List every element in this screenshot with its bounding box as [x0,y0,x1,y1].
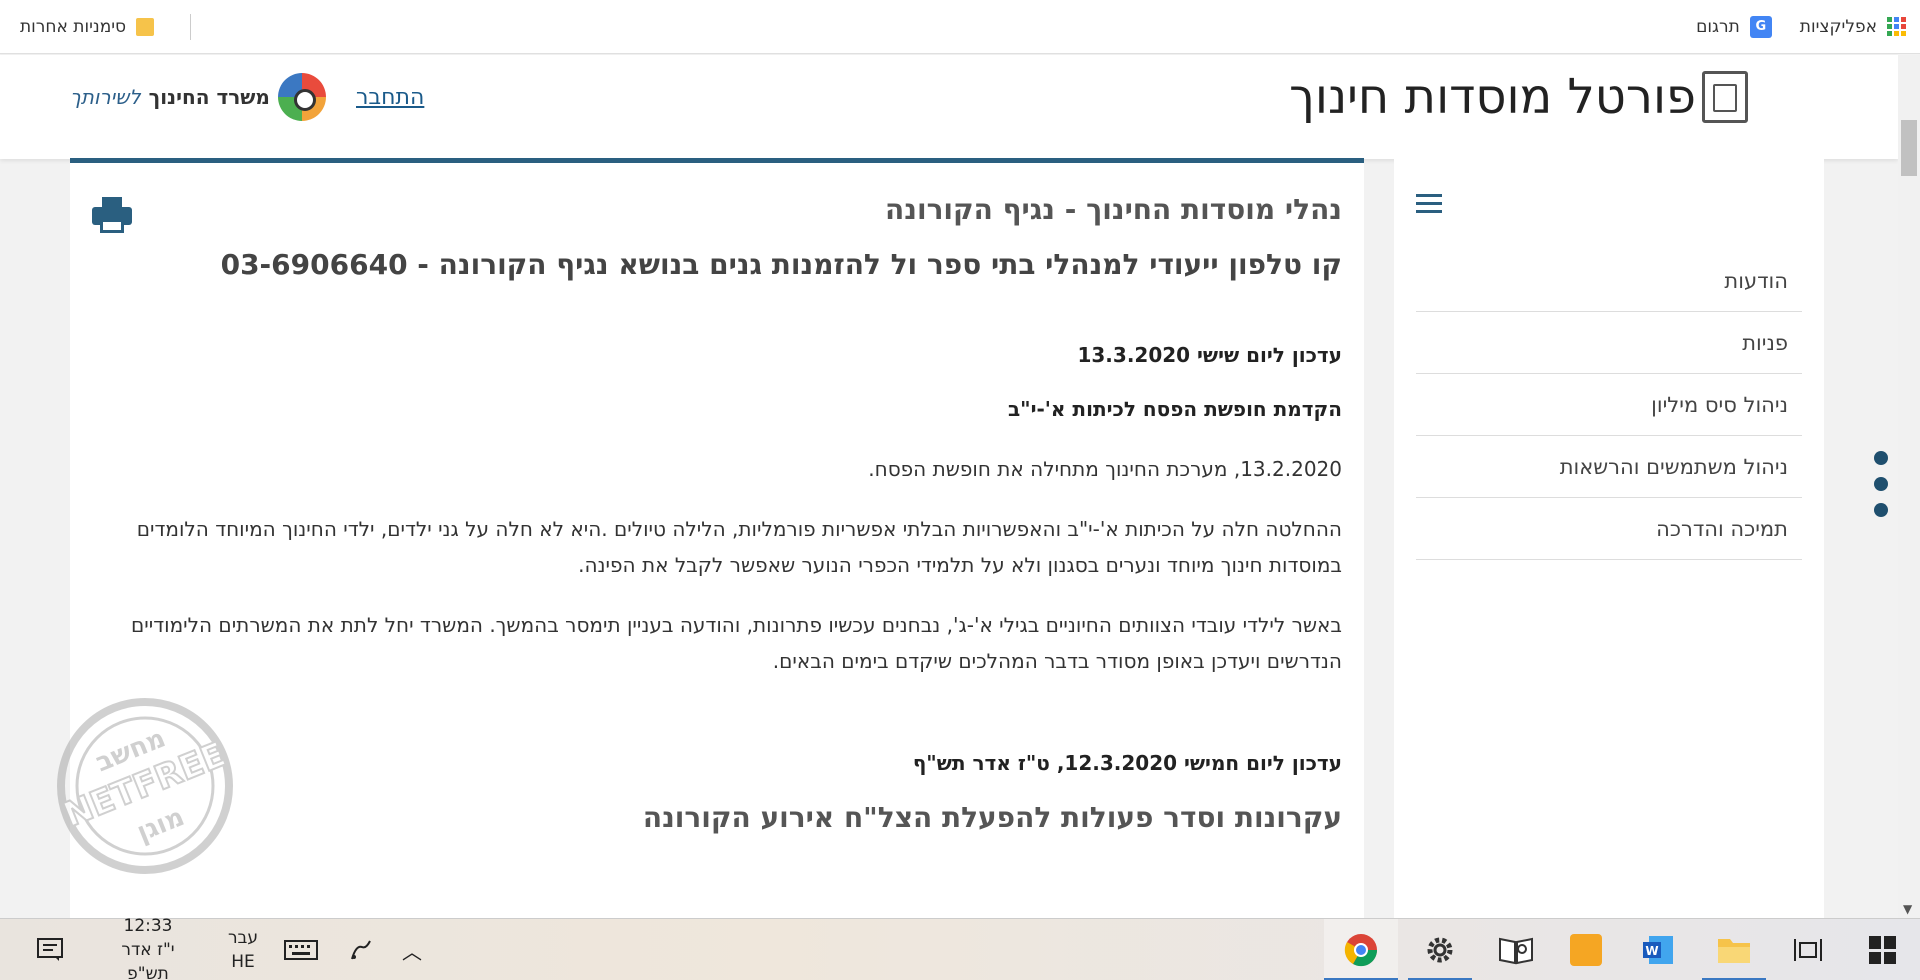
state-emblem-icon [1702,71,1748,123]
paragraph-3: באשר לילדי עובדי הצוותים החיוניים בגילי … [131,613,1342,673]
watermark-bottom: מוגן [133,802,189,848]
translate-icon: G [1749,15,1772,38]
settings-taskbar-button[interactable] [1404,919,1476,980]
bookmarks-bar: אפליקציות G תרגום [0,0,1920,54]
folder-icon [1718,939,1750,963]
ministry-name: משרד החינוך [148,85,270,109]
windows-logo-icon [1869,936,1897,964]
language-code: HE [231,952,255,972]
other-bookmarks[interactable]: סימניות אחרות [20,0,155,54]
other-bookmarks-label: סימניות אחרות [20,17,127,37]
keyboard-button[interactable] [278,919,324,980]
site-title: פורטל מוסדות חינוך [1289,69,1696,125]
clock-time: 12:33 [123,916,173,936]
ministry-logo[interactable]: משרד החינוך לשירותך [70,73,326,121]
clock-date: י"ז אדר תש"פ [121,940,175,980]
apps-grid-icon [1887,17,1906,36]
hamburger-menu-icon[interactable] [1416,194,1442,214]
task-view-icon [1794,939,1822,961]
sidebar: הודעות פניות ניהול סיס מיליון ניהול משתמ… [1394,158,1824,918]
translate-bookmark[interactable]: G תרגום [1696,15,1772,38]
bookmarks-separator [190,14,191,40]
svg-text:W: W [1645,944,1658,958]
section-title: עקרונות וסדר פעולות להפעלת הצל"ח אירוע ה… [642,801,1342,834]
pen-workspace-button[interactable] [338,919,384,980]
gear-icon [1427,937,1453,963]
sidebar-item-support-training[interactable]: תמיכה והדרכה [1416,498,1802,560]
notifications-button[interactable] [30,919,70,980]
main-content: נהלי מוסדות החינוך - נגיף הקורונה קו טלפ… [70,158,1364,918]
article-title: קו טלפון ייעודי למנהלי בתי ספר ול להזמנו… [220,248,1342,281]
apps-label: אפליקציות [1799,16,1877,37]
taskbar: 12:33 י"ז אדר תש"פ עבר HE ︿ W [0,916,1920,980]
update1-heading: עדכון ליום שישי 13.3.2020 [1077,343,1342,367]
site-header: פורטל מוסדות חינוך התחבר משרד החינוך לשי… [0,55,1898,159]
update2-heading: עדכון ליום חמישי 12.3.2020, ט"ז אדר תש"ף [912,751,1342,775]
sidebar-item-sis-million[interactable]: ניהול סיס מיליון [1416,374,1802,436]
sidebar-menu: הודעות פניות ניהול סיס מיליון ניהול משתמ… [1416,238,1802,560]
side-dot-1[interactable] [1874,451,1888,465]
scroll-down-arrow-icon[interactable]: ▼ [1903,902,1912,916]
task-view-button[interactable] [1780,919,1836,980]
ministry-logo-icon [277,73,326,121]
sidebar-item-users-permissions[interactable]: ניהול משתמשים והרשאות [1416,436,1802,498]
apps-bookmark[interactable]: אפליקציות [1800,17,1906,37]
file-explorer-taskbar-button[interactable] [1698,919,1770,980]
word-icon: W [1643,936,1673,964]
print-icon[interactable] [92,197,132,235]
folder-icon [136,18,155,36]
paragraph-2: ההחלטה חלה על הכיתות א'-י"ב והאפשרויות ה… [136,517,1342,577]
chrome-icon [1344,934,1378,967]
show-hidden-icons-button[interactable]: ︿ [392,919,432,980]
keyboard-icon [284,940,318,960]
ministry-slogan: לשירותך [70,85,141,109]
netfree-watermark: מחשב NETFREE מוגן [57,698,233,874]
language-name: עבר [227,928,259,948]
book-reader-icon [1499,937,1533,965]
start-button[interactable] [1856,919,1910,980]
chevron-up-icon: ︿ [402,939,422,964]
translate-label: תרגום [1696,16,1740,37]
pdf-icon [1570,934,1602,966]
side-dot-3[interactable] [1874,503,1888,517]
pdf-taskbar-button[interactable] [1556,919,1616,980]
side-dot-2[interactable] [1874,477,1888,491]
sidebar-item-messages[interactable]: הודעות [1416,250,1802,312]
update1-subheading: הקדמת חופשת הפסח לכיתות א'-י"ב [1007,397,1342,421]
sidebar-item-inquiries[interactable]: פניות [1416,312,1802,374]
word-taskbar-button[interactable]: W [1628,919,1688,980]
site-title-block[interactable]: פורטל מוסדות חינוך [1289,69,1748,125]
paragraph-1: 13.2.2020, מערכת החינוך מתחילה את חופשת … [868,457,1342,481]
reader-taskbar-button[interactable] [1480,919,1552,980]
article-subtitle: נהלי מוסדות החינוך - נגיף הקורונה [885,193,1342,226]
scrollbar-thumb[interactable] [1901,120,1917,176]
page-scrollbar[interactable]: ▼ [1898,55,1920,918]
language-indicator[interactable]: עבר HE [218,919,268,980]
clock[interactable]: 12:33 י"ז אדר תש"פ [100,916,196,980]
pen-icon [351,940,371,960]
notification-icon [37,938,63,961]
login-link[interactable]: התחבר [356,85,424,110]
chrome-taskbar-button[interactable] [1324,919,1398,980]
